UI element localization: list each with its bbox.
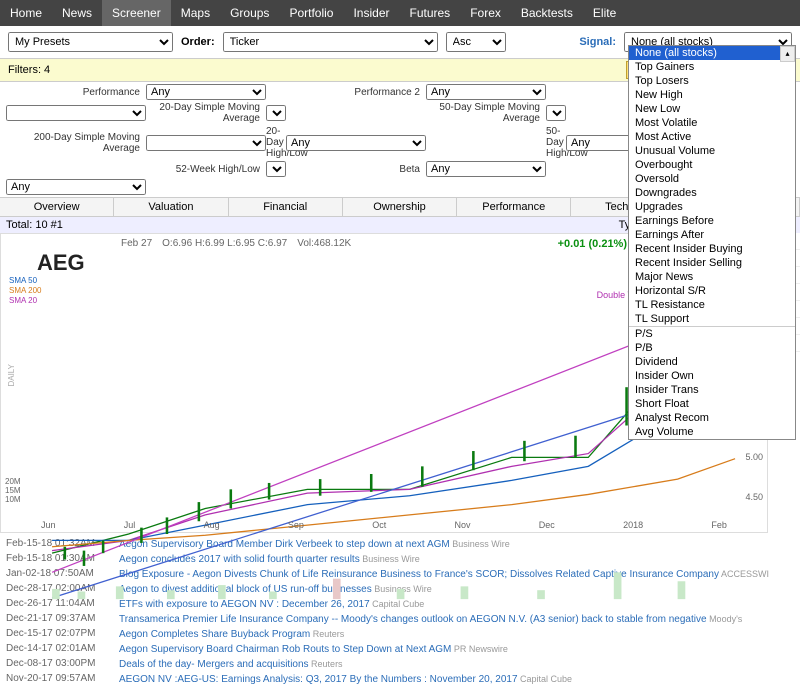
news-source: Capital Cube [518,674,573,684]
signal-option[interactable]: Avg Volume [629,425,795,439]
signal-option[interactable]: Short Float [629,397,795,411]
signal-option[interactable]: Dividend [629,355,795,369]
scrollbar-up-icon[interactable]: ▴ [780,46,795,62]
volume-axis: 20M15M10M [5,477,21,504]
news-row: Nov-20-17 09:57AM AEGON NV :AEG-US: Earni… [6,672,794,687]
news-source: Reuters [309,659,343,669]
signal-option[interactable]: Downgrades [629,186,795,200]
filter-label: Performance [6,87,146,98]
filter-label: 50-Day High/Low [546,126,566,159]
news-title[interactable]: Aegon Completes Share Buyback Program [119,629,310,640]
total-count: Total: 10 #1 [6,219,63,231]
main-navbar: HomeNewsScreenerMapsGroupsPortfolioInsid… [0,0,800,26]
filter-label: 50-Day Simple Moving Average [426,102,546,124]
filter-select[interactable]: Any [6,179,146,195]
signal-dropdown[interactable]: ▴ None (all stocks)Top GainersTop Losers… [628,45,796,440]
filter-select[interactable] [6,105,146,121]
nav-portfolio[interactable]: Portfolio [279,0,343,26]
signal-option[interactable]: Most Active [629,130,795,144]
nav-news[interactable]: News [52,0,102,26]
filter-select[interactable]: Any [546,105,566,121]
signal-option[interactable]: Earnings After [629,228,795,242]
signal-option[interactable]: Insider Own [629,369,795,383]
filters-count: Filters: 4 [8,64,50,76]
view-tab-valuation[interactable]: Valuation [114,198,228,216]
filter-select[interactable]: Any [146,84,266,100]
filter-select[interactable]: Any [266,105,286,121]
signal-option[interactable]: Oversold [629,172,795,186]
x-axis: JunJulAugSepOctNovDec2018Feb [41,520,727,530]
signal-option[interactable]: TL Resistance [629,298,795,312]
signal-option[interactable]: Earnings Before [629,214,795,228]
filter-label: Performance 2 [286,87,426,98]
signal-option[interactable]: Unusual Volume [629,144,795,158]
signal-option[interactable]: Analyst Recom [629,411,795,425]
preset-select[interactable]: My Presets [8,32,173,52]
news-title[interactable]: Aegon Supervisory Board Chairman Rob Rou… [119,644,451,655]
filter-select[interactable]: Any [426,84,546,100]
nav-elite[interactable]: Elite [583,0,626,26]
view-tab-financial[interactable]: Financial [229,198,343,216]
signal-option[interactable]: P/S [629,327,795,341]
view-tab-overview[interactable]: Overview [0,198,114,216]
signal-option[interactable]: Horizontal S/R [629,284,795,298]
signal-option[interactable]: Overbought [629,158,795,172]
signal-label: Signal: [579,36,616,48]
news-timestamp: Nov-20-17 09:57AM [6,672,111,687]
filter-select[interactable] [266,161,286,177]
news-timestamp: Dec-15-17 02:07PM [6,627,111,642]
signal-option[interactable]: Most Volatile [629,116,795,130]
filter-label: 20-Day High/Low [266,126,286,159]
news-timestamp: Dec-14-17 02:01AM [6,642,111,657]
news-source: PR Newswire [451,644,508,654]
order-label: Order: [181,36,215,48]
signal-option[interactable]: New Low [629,102,795,116]
filter-label: 200-Day Simple Moving Average [6,132,146,154]
signal-option[interactable]: Recent Insider Selling [629,256,795,270]
signal-option[interactable]: Upgrades [629,200,795,214]
signal-option[interactable]: None (all stocks) [629,46,795,60]
nav-futures[interactable]: Futures [400,0,461,26]
news-row: Dec-14-17 02:01AM Aegon Supervisory Board… [6,642,794,657]
nav-home[interactable]: Home [0,0,52,26]
view-tab-performance[interactable]: Performance [457,198,571,216]
signal-option[interactable]: Insider Trans [629,383,795,397]
filter-select[interactable]: Any [426,161,546,177]
nav-backtests[interactable]: Backtests [511,0,583,26]
signal-option[interactable]: TL Support [629,312,795,326]
news-row: Dec-15-17 02:07PM Aegon Completes Share B… [6,627,794,642]
signal-option[interactable]: Major News [629,270,795,284]
signal-option[interactable]: Top Gainers [629,60,795,74]
news-title[interactable]: Deals of the day- Mergers and acquisitio… [119,659,309,670]
filter-label: 52-Week High/Low [146,164,266,175]
nav-screener[interactable]: Screener [102,0,171,26]
news-timestamp: Dec-08-17 03:00PM [6,657,111,672]
filter-label: 20-Day Simple Moving Average [146,102,266,124]
filter-label: Beta [286,164,426,175]
news-title[interactable]: AEGON NV :AEG-US: Earnings Analysis: Q3,… [119,674,518,685]
signal-option[interactable]: Top Losers [629,74,795,88]
nav-maps[interactable]: Maps [171,0,220,26]
filter-select[interactable] [146,135,266,151]
nav-insider[interactable]: Insider [343,0,399,26]
order-field-select[interactable]: Ticker [223,32,438,52]
signal-option[interactable]: P/B [629,341,795,355]
nav-groups[interactable]: Groups [220,0,279,26]
view-tab-ownership[interactable]: Ownership [343,198,457,216]
signal-option[interactable]: New High [629,88,795,102]
news-row: Dec-08-17 03:00PM Deals of the day- Merge… [6,657,794,672]
nav-forex[interactable]: Forex [460,0,511,26]
filter-select[interactable]: Any [286,135,426,151]
news-source: Reuters [310,629,344,639]
order-dir-select[interactable]: Asc [446,32,506,52]
signal-option[interactable]: Recent Insider Buying [629,242,795,256]
